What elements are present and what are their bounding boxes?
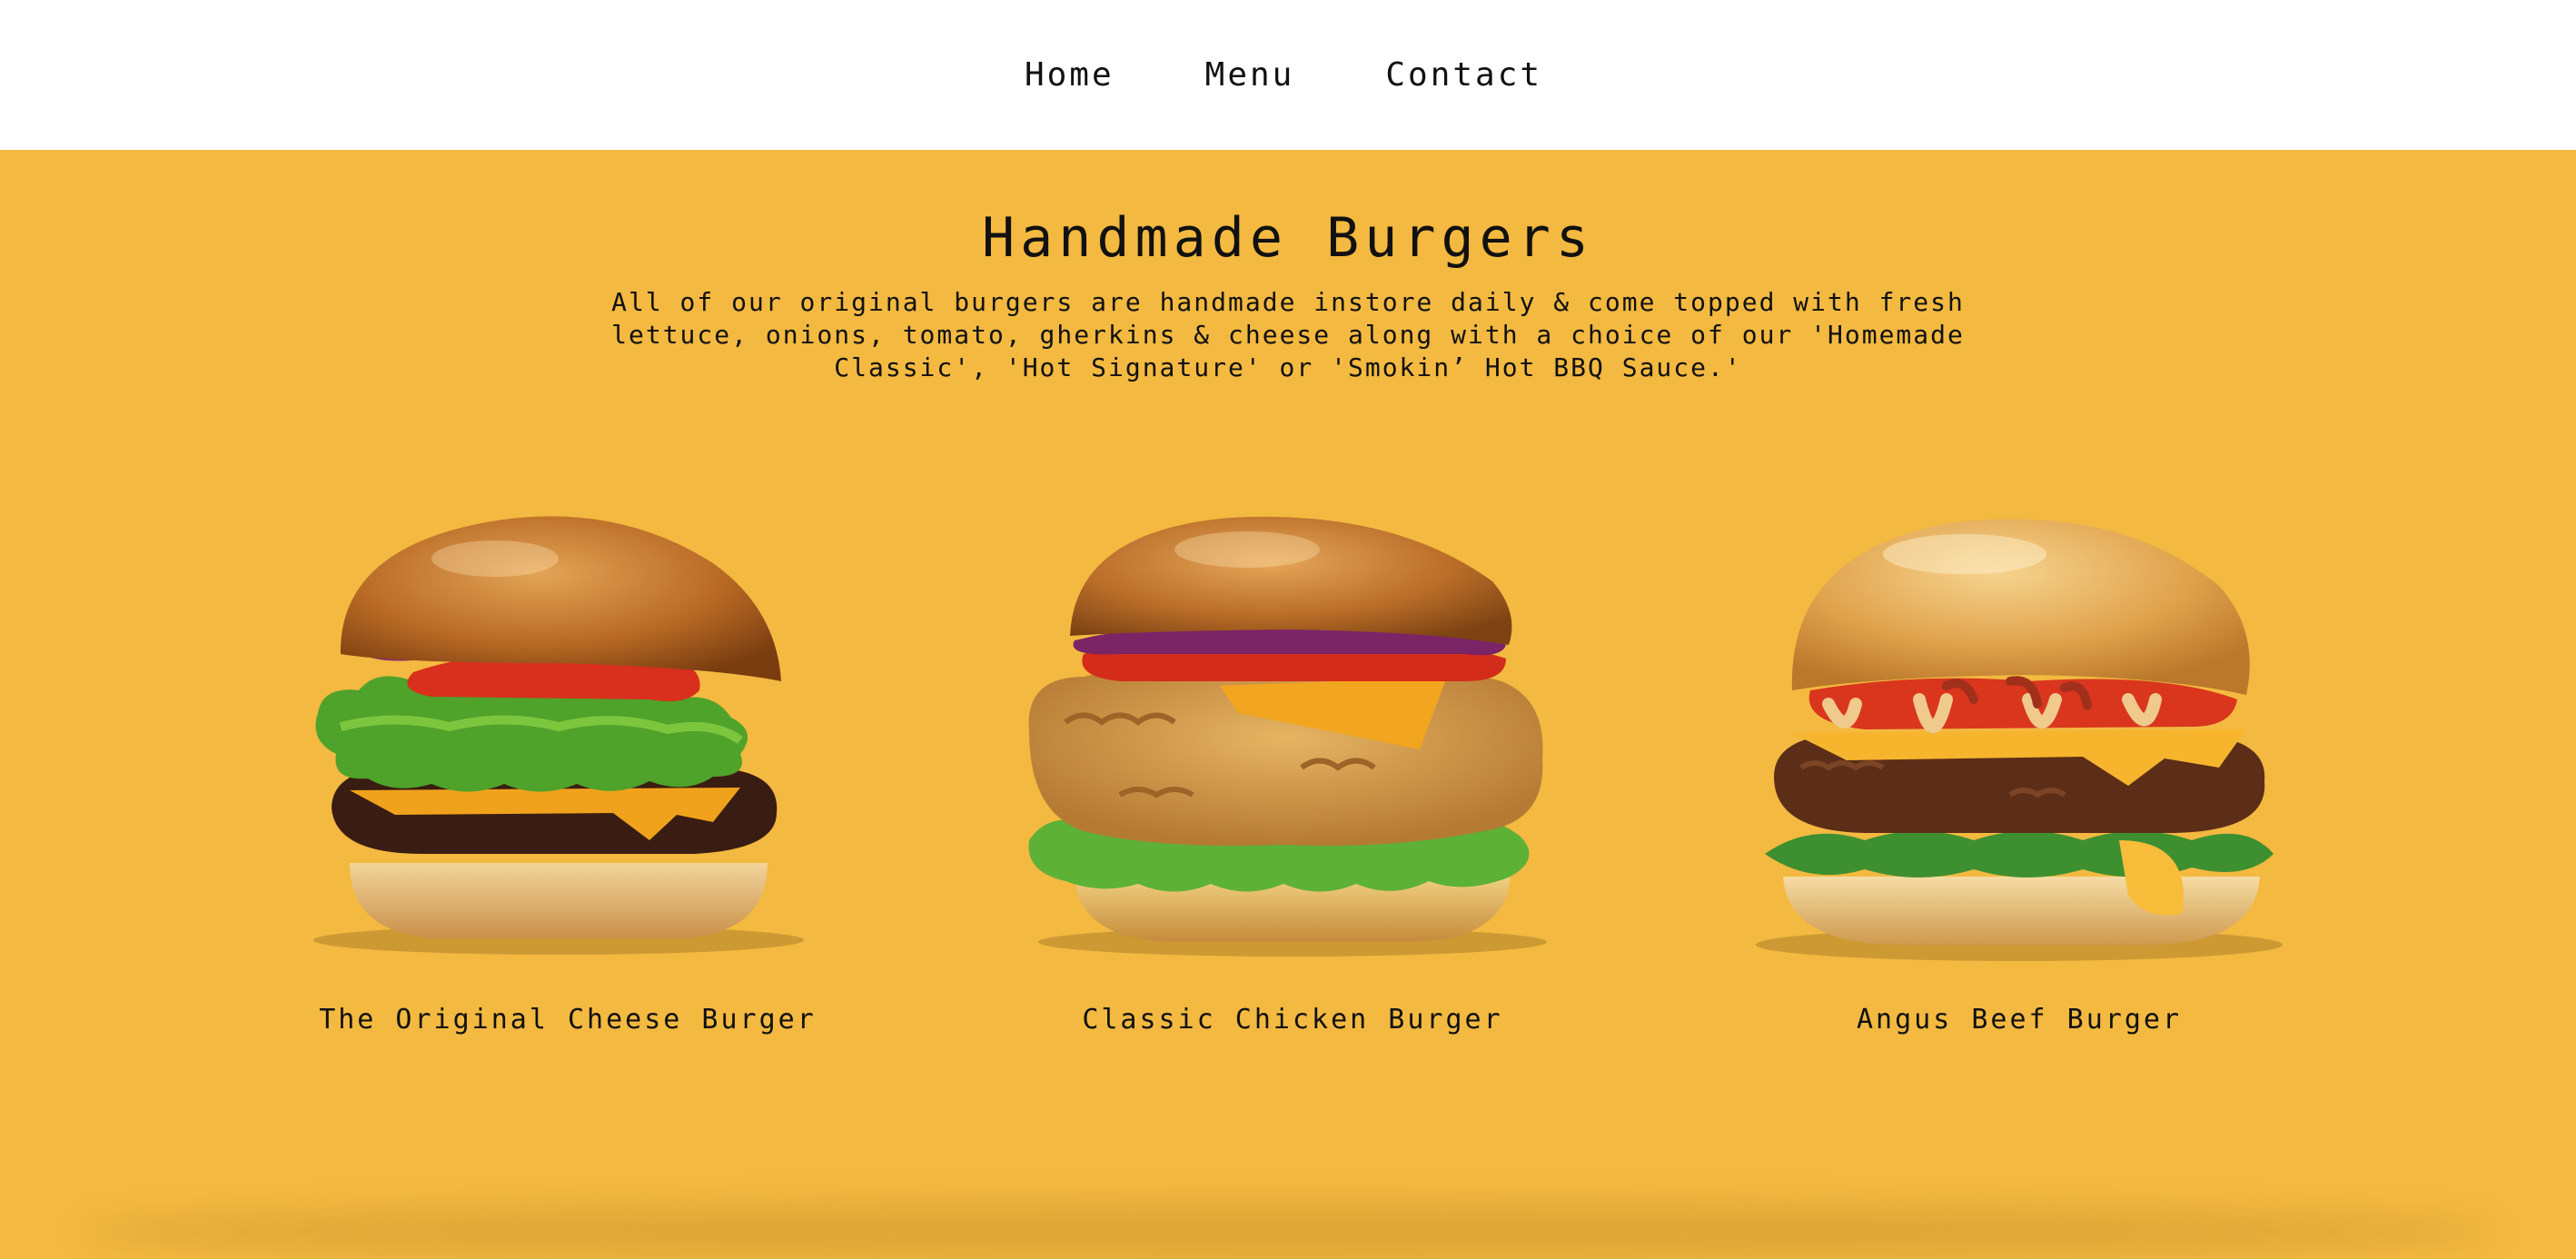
next-section-shadow — [82, 1204, 2494, 1259]
burger-card-angus[interactable]: Angus Beef Burger — [1719, 495, 2319, 1036]
burgers-section: Handmade Burgers All of our original bur… — [0, 150, 2576, 1259]
burger-name-angus: Angus Beef Burger — [1856, 1004, 2183, 1036]
chicken-burger-image — [1028, 516, 1547, 957]
burger-name-cheese: The Original Cheese Burger — [319, 1004, 817, 1036]
nav-links: Home Menu Contact — [1025, 56, 1542, 94]
beef-burger-image — [1756, 519, 2283, 961]
section-title: Handmade Burgers — [982, 206, 1594, 270]
nav-link-home[interactable]: Home — [1025, 56, 1115, 94]
burger-name-chicken: Classic Chicken Burger — [1082, 1004, 1503, 1036]
nav-link-menu[interactable]: Menu — [1205, 56, 1295, 94]
burger-card-cheese[interactable]: The Original Cheese Burger — [268, 495, 867, 1036]
top-navigation-bar: Home Menu Contact — [0, 0, 2576, 150]
section-description: All of our original burgers are handmade… — [611, 287, 1965, 382]
burger-card-chicken[interactable]: Classic Chicken Burger — [993, 495, 1592, 1036]
cheese-burger-image — [313, 516, 804, 955]
nav-link-contact[interactable]: Contact — [1385, 56, 1542, 94]
